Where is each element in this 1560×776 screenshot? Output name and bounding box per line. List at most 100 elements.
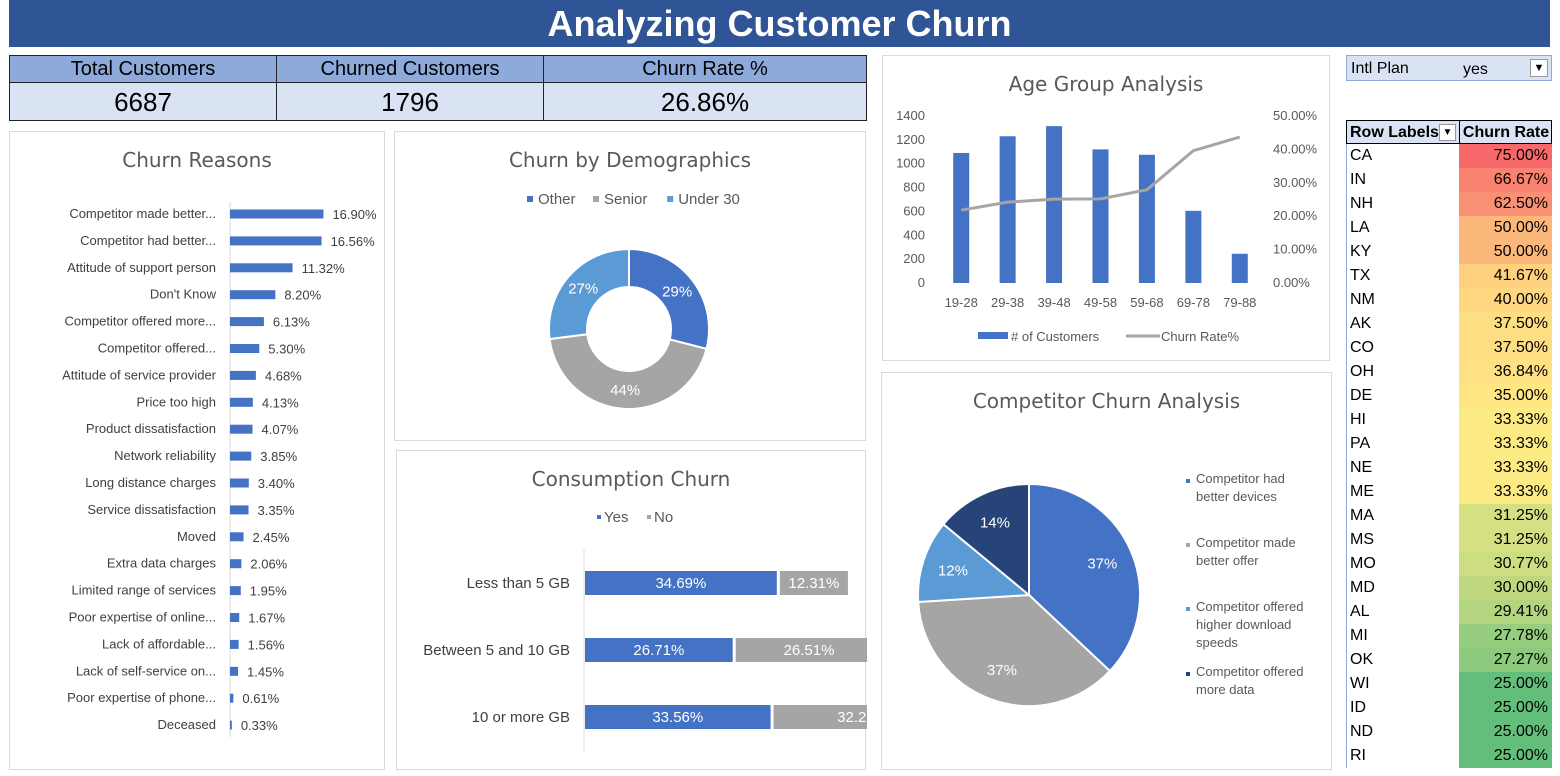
churn-reasons-chart: Competitor made better... 16.90% Competito… (62, 202, 377, 737)
reason-label: Attitude of service provider (62, 367, 217, 382)
consumption-bar-label: 34.69% (655, 575, 706, 592)
age-y-tick-label: 1000 (896, 156, 925, 171)
reason-bar (230, 693, 234, 703)
pivot-state: PA (1346, 432, 1459, 456)
pivot-state: CO (1346, 336, 1459, 360)
pivot-churn-rate: 25.00% (1459, 672, 1552, 696)
competitor-slice-label: 14% (980, 515, 1010, 532)
demographics-legend-label: Senior (604, 191, 647, 208)
pivot-row: ND 25.00% (1346, 720, 1552, 744)
filter-label: Intl Plan (1351, 60, 1409, 77)
reason-label: Moved (177, 529, 216, 544)
reason-value-label: 8.20% (284, 288, 321, 303)
pivot-state: ME (1346, 480, 1459, 504)
reason-bar (230, 397, 253, 407)
competitor-legend-label: more data (1196, 682, 1255, 697)
age-bar (999, 136, 1016, 283)
reason-bar (230, 344, 260, 353)
consumption-category-label: Between 5 and 10 GB (423, 642, 570, 659)
reason-value-label: 4.07% (262, 422, 299, 437)
consumption-legend-marker (647, 515, 651, 519)
reason-bar (230, 317, 264, 327)
pivot-row: TX 41.67% (1346, 264, 1552, 288)
pivot-churn-rate: 41.67% (1459, 264, 1552, 288)
competitor-panel: Competitor Churn Analysis 37% 37% 12% 14% Co… (881, 372, 1332, 770)
reason-bar (230, 613, 240, 622)
pivot-churn-rate: 31.25% (1459, 528, 1552, 552)
reason-bar (230, 290, 276, 300)
pivot-state: AK (1346, 312, 1459, 336)
reason-label: Lack of affordable... (102, 636, 216, 651)
pivot-row: RI 25.00% (1346, 744, 1552, 768)
pivot-header: Row Labels ▼ Churn Rate (1346, 120, 1552, 144)
demographics-legend-label: Other (538, 191, 576, 208)
competitor-legend-label: Competitor had (1196, 471, 1285, 486)
pivot-row: WI 25.00% (1346, 672, 1552, 696)
demographics-slice-label: 27% (568, 281, 598, 298)
consumption-bar-label: 26.71% (633, 642, 684, 659)
age-y-tick-label: 0 (918, 275, 925, 290)
kpi-churned-value: 1796 (381, 87, 439, 117)
age-legend-marker-customers (978, 332, 1008, 339)
filter-dropdown-icon[interactable]: ▼ (1530, 59, 1548, 77)
reason-value-label: 2.45% (253, 530, 290, 545)
pivot-churn-rate: 75.00% (1459, 144, 1552, 168)
pivot-state: RI (1346, 744, 1459, 768)
pivot-state: HI (1346, 408, 1459, 432)
demographics-legend-marker (667, 196, 674, 202)
reason-value-label: 1.45% (247, 664, 284, 679)
pivot-state: OK (1346, 648, 1459, 672)
reason-label: Don't Know (150, 287, 217, 302)
reason-label: Lack of self-service on... (76, 663, 216, 678)
age-y-tick-label: 600 (903, 203, 925, 218)
age-x-tick-label: 39-48 (1037, 295, 1070, 310)
age-bar (953, 152, 970, 283)
pivot-filter-icon[interactable]: ▼ (1438, 124, 1456, 141)
age-x-tick-label: 49-58 (1084, 295, 1117, 310)
pivot-churn-rate: 62.50% (1459, 192, 1552, 216)
age-group-panel: Age Group Analysis 0 200 400 600 800 1000 1200… (882, 55, 1330, 361)
kpi-churned-label: Churned Customers (277, 56, 543, 83)
competitor-chart: 37% 37% 12% 14% Competitor had better devices… (917, 471, 1303, 707)
reason-value-label: 3.35% (258, 503, 295, 518)
pivot-state: MO (1346, 552, 1459, 576)
reason-bar (230, 236, 322, 246)
age-x-tick-label: 19-28 (945, 295, 978, 310)
reason-value-label: 1.56% (248, 637, 285, 652)
competitor-legend-label: Competitor offered (1196, 599, 1303, 614)
reason-label: Competitor had better... (80, 233, 216, 248)
pivot-header-row-labels-text: Row Labels (1350, 124, 1439, 141)
competitor-slice-label: 37% (1087, 555, 1117, 572)
age-group-chart: 0 200 400 600 800 1000 1200 1400 0.00% 10.00% 20.0… (896, 108, 1317, 344)
age-x-tick-label: 59-68 (1130, 295, 1163, 310)
reason-bar (230, 478, 249, 488)
age-y2-tick-label: 0.00% (1273, 275, 1310, 290)
pivot-churn-rate: 25.00% (1459, 744, 1552, 768)
reason-bar (230, 532, 244, 542)
pivot-row: MI 27.78% (1346, 624, 1552, 648)
age-bar (1185, 210, 1202, 283)
reason-label: Product dissatisfaction (86, 421, 216, 436)
state-pivot-table: Row Labels ▼ Churn Rate CA 75.00% IN 66.67%… (1346, 120, 1552, 770)
pivot-row: NH 62.50% (1346, 192, 1552, 216)
pivot-state: ID (1346, 696, 1459, 720)
churn-reasons-panel: Churn Reasons Competitor made better... 1… (9, 131, 385, 770)
pivot-churn-rate: 33.33% (1459, 480, 1552, 504)
kpi-total-value: 6687 (114, 87, 172, 117)
pivot-state: LA (1346, 216, 1459, 240)
reason-value-label: 1.67% (248, 611, 285, 626)
pivot-churn-rate: 30.77% (1459, 552, 1552, 576)
intl-plan-filter[interactable]: Intl Plan yes ▼ (1346, 55, 1552, 81)
competitor-legend-label: speeds (1196, 635, 1238, 650)
reason-bar (230, 263, 293, 273)
pivot-state: MD (1346, 576, 1459, 600)
demographics-slice-label: 44% (610, 382, 640, 399)
consumption-panel: Consumption Churn Yes No Less than 5 GB 34.… (396, 450, 867, 770)
age-bar (1092, 149, 1109, 283)
pivot-churn-rate: 36.84% (1459, 360, 1552, 384)
reason-value-label: 1.95% (250, 584, 287, 599)
pivot-state: AL (1346, 600, 1459, 624)
competitor-legend-marker (1186, 543, 1190, 547)
pivot-churn-rate: 50.00% (1459, 240, 1552, 264)
consumption-legend-marker (597, 515, 601, 519)
